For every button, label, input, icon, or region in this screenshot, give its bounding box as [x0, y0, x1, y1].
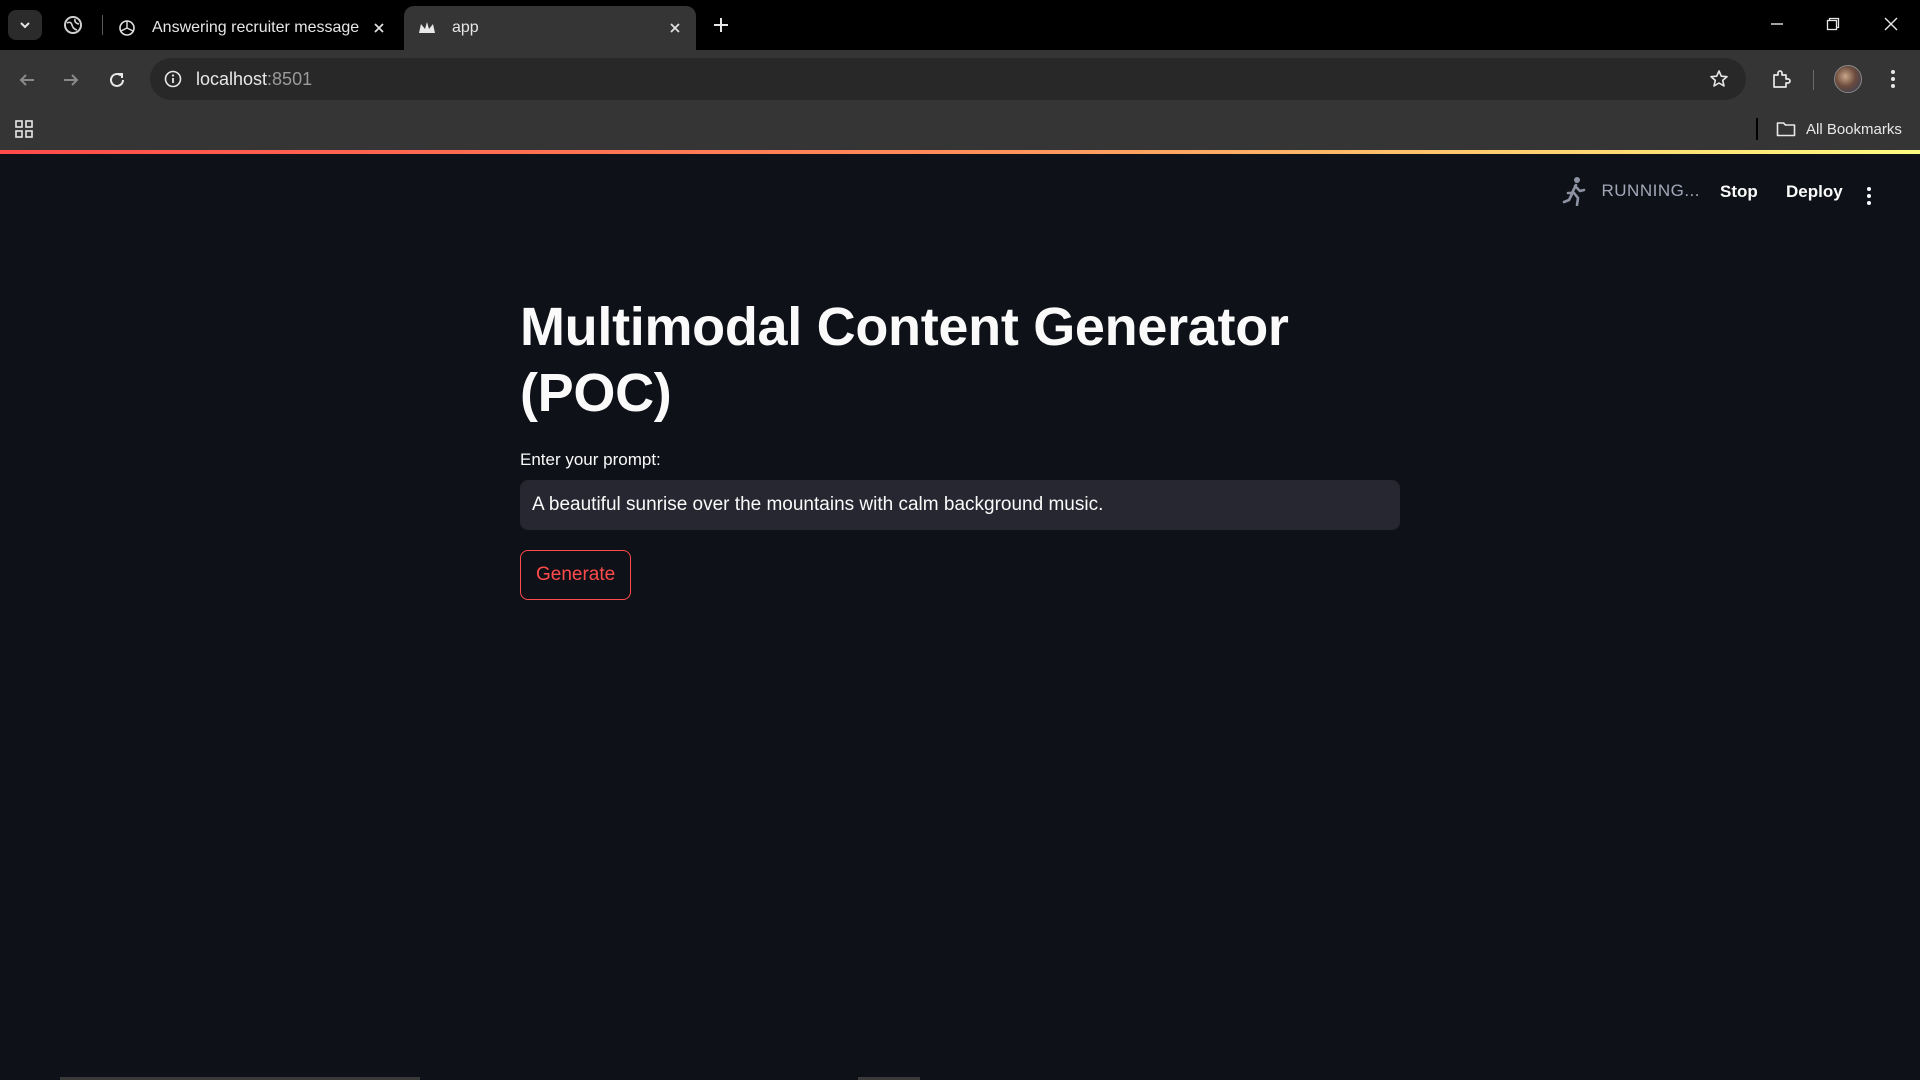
minimize-button[interactable]	[1762, 10, 1792, 38]
bookmark-star-button[interactable]	[1706, 66, 1732, 92]
kebab-menu-icon	[1867, 187, 1871, 205]
plus-icon	[714, 18, 728, 32]
prompt-label: Enter your prompt:	[520, 450, 661, 469]
toolbar-divider	[1813, 70, 1814, 90]
tab-search-button[interactable]	[8, 10, 42, 40]
stop-button[interactable]: Stop	[1720, 182, 1758, 202]
main-content: Multimodal Content Generator (POC) Enter…	[520, 294, 1400, 600]
streamlit-crown-icon	[419, 22, 435, 33]
profile-avatar[interactable]	[1834, 65, 1862, 93]
tab-strip: Answering recruiter message app	[0, 0, 1920, 50]
deploy-button[interactable]: Deploy	[1786, 182, 1843, 202]
browser-menu-button[interactable]	[1878, 64, 1908, 94]
apps-button[interactable]	[12, 117, 36, 141]
app-viewport: RUNNING... Stop Deploy Multimodal Conten…	[0, 154, 1920, 1080]
browser-toolbar: localhost:8501	[0, 50, 1920, 108]
close-icon	[670, 23, 680, 33]
url-port: :8501	[267, 69, 313, 89]
status-text: RUNNING...	[1601, 181, 1700, 200]
close-icon	[374, 23, 384, 33]
tab-title: Answering recruiter message	[152, 19, 360, 36]
forward-button[interactable]	[56, 65, 86, 95]
folder-icon	[1776, 122, 1796, 137]
prompt-input[interactable]	[520, 480, 1400, 530]
bookmarks-separator	[1756, 118, 1758, 140]
running-man-icon	[1562, 177, 1585, 206]
openai-icon	[119, 20, 135, 36]
tab-separator	[102, 15, 103, 35]
restore-button[interactable]	[1818, 10, 1848, 38]
reload-icon	[110, 72, 124, 87]
globe-icon	[64, 16, 82, 34]
close-window-button[interactable]	[1876, 10, 1906, 38]
tab-answering-recruiter[interactable]: Answering recruiter message	[104, 6, 400, 50]
url-text[interactable]: localhost:8501	[196, 69, 312, 90]
arrow-left-icon	[19, 74, 34, 86]
app-menu-button[interactable]	[1858, 184, 1880, 208]
close-icon	[1884, 17, 1898, 31]
url-host: localhost	[196, 69, 268, 89]
tab-title: app	[452, 19, 479, 36]
star-icon	[1710, 70, 1728, 87]
new-tab-button[interactable]	[708, 12, 734, 38]
restore-icon	[1826, 17, 1840, 31]
minimize-icon	[1771, 23, 1783, 25]
chevron-down-icon	[20, 22, 30, 29]
apps-grid-icon	[15, 120, 33, 138]
tab-app[interactable]: app	[404, 6, 696, 50]
generate-button[interactable]: Generate	[520, 550, 632, 600]
site-info-button[interactable]	[160, 66, 186, 92]
arrow-right-icon	[64, 74, 79, 86]
close-tab-button[interactable]	[368, 17, 390, 39]
reload-button[interactable]	[102, 65, 132, 95]
all-bookmarks-button[interactable]: All Bookmarks	[1776, 116, 1902, 142]
close-tab-button[interactable]	[664, 17, 686, 39]
extensions-button[interactable]	[1766, 64, 1796, 94]
page-title: Multimodal Content Generator (POC)	[520, 297, 1289, 423]
address-bar[interactable]: localhost:8501	[150, 58, 1746, 100]
running-status: RUNNING...	[1562, 176, 1701, 206]
pinned-tab[interactable]	[60, 12, 86, 38]
kebab-menu-icon	[1891, 70, 1895, 88]
back-button[interactable]	[12, 65, 42, 95]
puzzle-icon	[1773, 70, 1791, 88]
bookmarks-bar: All Bookmarks	[0, 108, 1920, 150]
all-bookmarks-label: All Bookmarks	[1806, 120, 1902, 138]
info-icon	[164, 70, 182, 88]
